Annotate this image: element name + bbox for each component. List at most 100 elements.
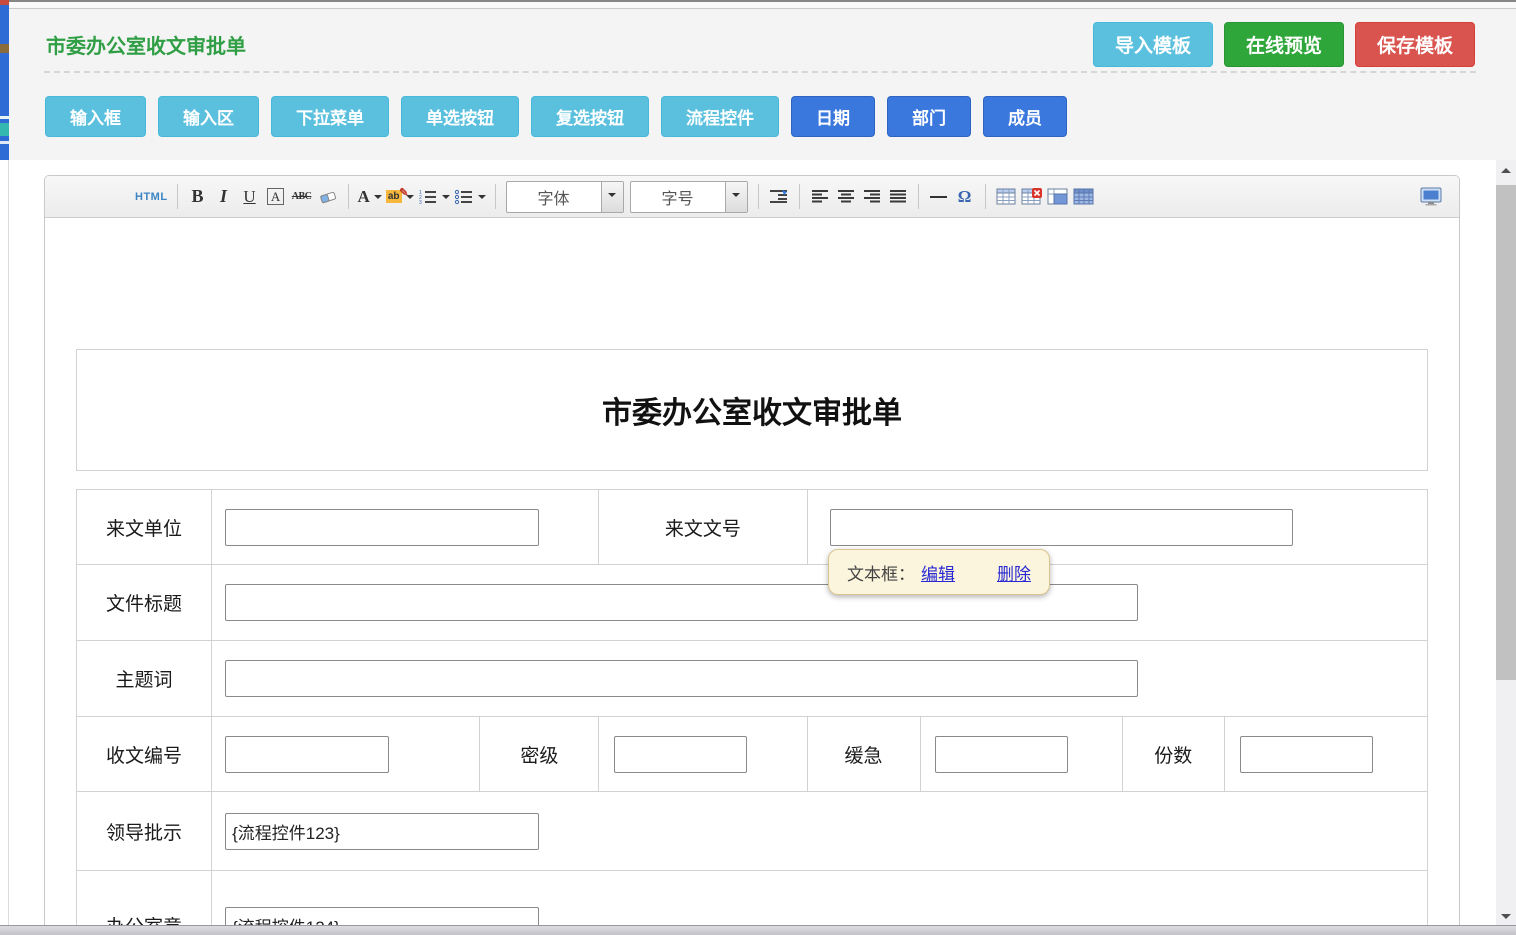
highlight-color-button[interactable]: ab✎ — [386, 183, 414, 211]
leader-instructions-input[interactable] — [225, 813, 539, 850]
member-button[interactable]: 成员 — [983, 96, 1067, 137]
keywords-input[interactable] — [225, 660, 1138, 697]
toolbar-separator — [495, 184, 496, 209]
align-right-icon — [863, 189, 881, 204]
align-center-button[interactable] — [835, 183, 857, 211]
toolbar-separator — [348, 184, 349, 209]
doc-number-input[interactable] — [830, 509, 1293, 546]
radio-button-button[interactable]: 单选按钮 — [401, 96, 519, 137]
edge-speck — [0, 44, 9, 53]
chevron-down-icon — [442, 195, 450, 203]
urgency-label: 缓急 — [807, 717, 920, 792]
scroll-down-arrow-icon[interactable] — [1501, 914, 1511, 919]
date-button[interactable]: 日期 — [791, 96, 875, 137]
copies-label: 份数 — [1122, 717, 1224, 792]
header: 市委办公室收文审批单 导入模板 在线预览 保存模板 输入框 输入区 下拉菜单 单… — [8, 9, 1516, 160]
source-unit-input[interactable] — [225, 509, 539, 546]
table-row: 主题词 — [77, 641, 1428, 717]
table-delete-icon — [1021, 188, 1043, 205]
ordered-list-button[interactable]: 1 2 3 — [418, 183, 450, 211]
font-size-dropdown-button[interactable] — [725, 182, 747, 212]
delete-table-button[interactable] — [1021, 183, 1043, 211]
svg-text:3: 3 — [419, 200, 422, 205]
font-family-dropdown-button[interactable] — [601, 182, 623, 212]
scroll-up-arrow-icon[interactable] — [1501, 168, 1511, 173]
unordered-list-button[interactable] — [454, 183, 486, 211]
font-style-icon[interactable]: A — [267, 188, 284, 205]
chevron-down-icon — [478, 195, 486, 203]
font-family-select[interactable]: 字体 — [506, 181, 624, 213]
delete-control-link[interactable]: 删除 — [997, 560, 1031, 585]
window-top-edge — [8, 0, 1516, 9]
align-justify-button[interactable] — [887, 183, 909, 211]
strikethrough-button[interactable]: ABC — [291, 183, 313, 211]
toolbar-separator — [177, 184, 178, 209]
chevron-down-icon — [608, 193, 616, 201]
edge-speck — [0, 116, 9, 119]
import-template-button[interactable]: 导入模板 — [1093, 22, 1213, 67]
input-box-button[interactable]: 输入框 — [45, 96, 146, 137]
doc-number-label: 来文文号 — [599, 490, 807, 565]
secrecy-level-input[interactable] — [614, 736, 747, 773]
window-bottom-edge — [0, 925, 1516, 935]
control-hover-tooltip: 文本框： 编辑 删除 — [828, 549, 1050, 595]
receipt-number-label: 收文编号 — [77, 717, 212, 792]
adjacent-window-edge — [0, 0, 9, 935]
save-template-button[interactable]: 保存模板 — [1355, 22, 1475, 67]
font-family-value: 字体 — [507, 182, 601, 212]
indent-icon — [769, 189, 789, 204]
pencil-icon: ✎ — [399, 186, 408, 199]
italic-button[interactable]: I — [213, 183, 235, 211]
table-row-properties-button[interactable] — [1073, 183, 1095, 211]
edge-speck — [0, 141, 9, 144]
remove-format-button[interactable] — [317, 183, 339, 211]
department-button[interactable]: 部门 — [887, 96, 971, 137]
copies-input[interactable] — [1240, 736, 1373, 773]
underline-button[interactable]: U — [239, 183, 261, 211]
process-control-button[interactable]: 流程控件 — [661, 96, 779, 137]
font-size-select[interactable]: 字号 — [630, 181, 748, 213]
input-area-button[interactable]: 输入区 — [158, 96, 259, 137]
align-right-button[interactable] — [861, 183, 883, 211]
form-fields-table: 来文单位 来文文号 文件标题 主题词 收文编号 密级 — [76, 489, 1428, 935]
fullscreen-monitor-icon — [1419, 187, 1443, 206]
dropdown-menu-button[interactable]: 下拉菜单 — [271, 96, 389, 137]
leader-instructions-label: 领导批示 — [77, 792, 212, 871]
vertical-scrollbar[interactable] — [1496, 160, 1516, 935]
table-cell-icon — [1047, 188, 1068, 205]
table-grid-icon — [1073, 188, 1094, 205]
online-preview-button[interactable]: 在线预览 — [1224, 22, 1344, 67]
align-left-button[interactable] — [809, 183, 831, 211]
insert-table-button[interactable] — [995, 183, 1017, 211]
table-row: 来文单位 来文文号 — [77, 490, 1428, 565]
eraser-icon — [318, 189, 338, 205]
align-left-icon — [811, 189, 829, 204]
bold-button[interactable]: B — [187, 183, 209, 211]
edit-control-link[interactable]: 编辑 — [921, 560, 955, 585]
checkbox-button[interactable]: 复选按钮 — [531, 96, 649, 137]
fullscreen-button[interactable] — [1419, 183, 1443, 211]
unordered-list-icon — [454, 189, 474, 205]
indent-button[interactable] — [768, 183, 790, 211]
page-title: 市委办公室收文审批单 — [46, 30, 246, 59]
special-character-button[interactable]: Ω — [954, 183, 976, 211]
header-action-buttons: 导入模板 在线预览 保存模板 — [1093, 22, 1475, 67]
table-row: 收文编号 密级 缓急 份数 — [77, 717, 1428, 792]
urgency-input[interactable] — [935, 736, 1068, 773]
scrollbar-thumb[interactable] — [1496, 185, 1516, 680]
chevron-down-icon — [374, 195, 382, 203]
receipt-number-input[interactable] — [225, 736, 389, 773]
source-unit-label: 来文单位 — [77, 490, 212, 565]
form-title: 市委办公室收文审批单 — [602, 388, 902, 432]
align-center-icon — [837, 189, 855, 204]
table-cell-properties-button[interactable] — [1047, 183, 1069, 211]
toolbar-separator — [985, 184, 986, 209]
doc-title-label: 文件标题 — [77, 565, 212, 641]
horizontal-rule-button[interactable] — [928, 183, 950, 211]
secrecy-level-label: 密级 — [480, 717, 599, 792]
editor-document[interactable]: 市委办公室收文审批单 来文单位 来文文号 文件标题 主 — [45, 218, 1459, 935]
app-window: 市委办公室收文审批单 导入模板 在线预览 保存模板 输入框 输入区 下拉菜单 单… — [0, 0, 1516, 935]
edge-speck — [0, 123, 9, 136]
font-color-button[interactable]: A — [358, 183, 382, 211]
html-source-button[interactable]: HTML — [135, 183, 168, 211]
